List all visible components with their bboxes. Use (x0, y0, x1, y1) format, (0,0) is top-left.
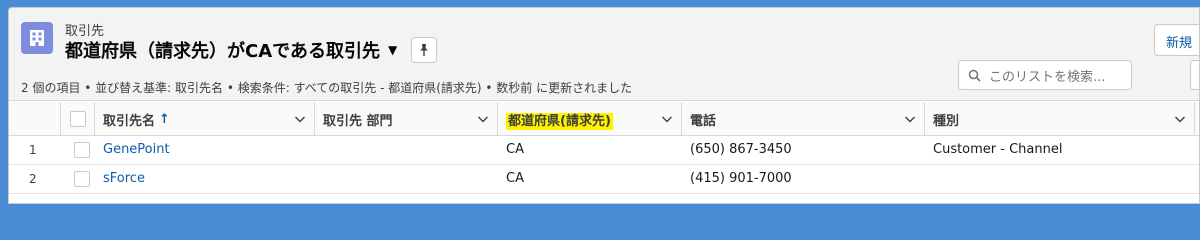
pin-list-button[interactable] (411, 37, 438, 63)
column-label: 種別 (933, 113, 960, 129)
row-number: 2 (29, 172, 37, 186)
column-header-phone[interactable]: 電話 (682, 102, 925, 136)
row-checkbox[interactable] (74, 142, 90, 158)
list-controls-button[interactable] (1190, 60, 1199, 90)
sort-ascending-icon: ↑ (159, 111, 170, 127)
phone-cell: (650) 867-3450 (690, 142, 792, 157)
list-title-row: 都道府県（請求先）がCAである取引先 ▼ (65, 36, 438, 64)
column-header-type[interactable]: 種別 (925, 102, 1195, 136)
type-cell: Customer - Channel (933, 142, 1063, 157)
list-view-header: 取引先 都道府県（請求先）がCAである取引先 ▼ 新規 2 個の項目 • 並び替… (9, 8, 1199, 101)
column-label: 電話 (690, 113, 717, 129)
table-header: 取引先名 ↑ 取引先 部門 都道府県(請求先) 電話 種別 (9, 102, 1199, 136)
account-name-link[interactable]: GenePoint (103, 142, 170, 157)
phone-cell: (415) 901-7000 (690, 171, 792, 186)
column-header-account-name[interactable]: 取引先名 ↑ (95, 102, 315, 136)
chevron-down-icon[interactable] (294, 113, 306, 129)
select-all-checkbox[interactable] (69, 111, 86, 127)
header-select-all (61, 102, 95, 136)
pin-icon (420, 44, 429, 56)
account-name-link[interactable]: sForce (103, 171, 145, 186)
column-label: 取引先名 (103, 113, 156, 129)
list-info-text: 2 個の項目 • 並び替え基準: 取引先名 • 検索条件: すべての取引先 - … (21, 81, 633, 95)
row-checkbox[interactable] (74, 171, 90, 187)
billing-state-cell: CA (506, 171, 524, 186)
header-rownum-cell (9, 102, 61, 136)
chevron-down-icon[interactable]: ▼ (388, 43, 397, 57)
account-object-icon (21, 22, 53, 54)
chevron-down-icon[interactable] (904, 113, 916, 129)
list-view-panel: 取引先 都道府県（請求先）がCAである取引先 ▼ 新規 2 個の項目 • 並び替… (8, 7, 1200, 204)
search-icon (968, 69, 981, 82)
row-number: 1 (29, 143, 37, 157)
chevron-down-icon[interactable] (477, 113, 489, 129)
list-view-title[interactable]: 都道府県（請求先）がCAである取引先 (65, 37, 380, 63)
billing-state-cell: CA (506, 142, 524, 157)
column-header-billing-state[interactable]: 都道府県(請求先) (498, 102, 682, 136)
column-label: 取引先 部門 (323, 113, 393, 129)
column-header-division[interactable]: 取引先 部門 (315, 102, 498, 136)
search-placeholder: このリストを検索... (989, 69, 1106, 85)
chevron-down-icon[interactable] (661, 113, 673, 129)
chevron-down-icon[interactable] (1174, 113, 1186, 129)
table-row: 2 sForce CA (415) 901-7000 (9, 165, 1199, 194)
new-button[interactable]: 新規 (1154, 24, 1199, 56)
column-label: 都道府県(請求先) (506, 112, 613, 130)
search-input[interactable]: このリストを検索... (958, 60, 1132, 90)
table-row: 1 GenePoint CA (650) 867-3450 Customer -… (9, 136, 1199, 165)
